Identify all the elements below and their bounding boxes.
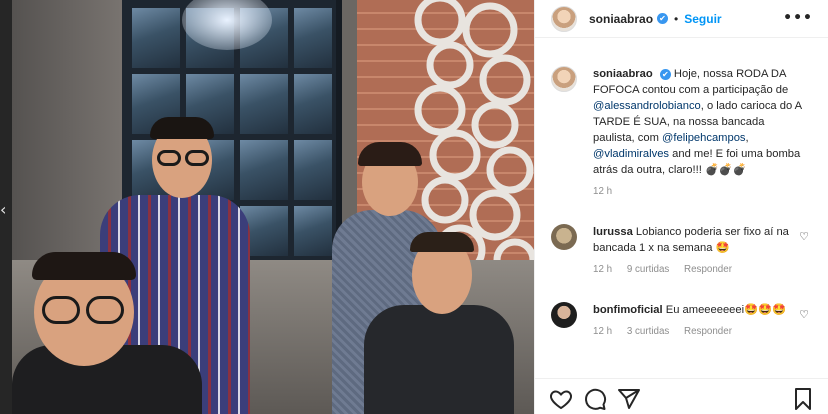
comment-likes[interactable]: 3 curtidas <box>627 326 669 337</box>
caption-text: , <box>745 132 749 144</box>
comment-username[interactable]: bonfimoficial <box>593 304 663 316</box>
verified-badge-icon: ✔ <box>657 13 669 24</box>
follow-button[interactable]: Seguir <box>684 12 721 26</box>
avatar[interactable] <box>551 66 577 92</box>
separator-dot: • <box>674 11 679 26</box>
caption-username[interactable]: soniaabrao <box>593 68 653 80</box>
star-eyes-emoji: 🤩🤩🤩 <box>744 303 786 316</box>
reply-button[interactable]: Responder <box>684 264 732 275</box>
comment-likes[interactable]: 9 curtidas <box>627 264 669 275</box>
heart-icon[interactable] <box>549 387 573 411</box>
comment-text: Eu ameeeeeeei <box>665 304 745 316</box>
mention-link[interactable]: @vladimiralves <box>593 148 669 160</box>
bookmark-icon[interactable] <box>791 387 815 411</box>
share-icon[interactable] <box>617 387 641 411</box>
like-comment-heart-icon[interactable]: ♡ <box>799 308 809 321</box>
caption-time[interactable]: 12 h <box>593 186 612 197</box>
avatar[interactable] <box>551 224 577 250</box>
verified-badge-icon: ✔ <box>659 68 671 80</box>
comment-time[interactable]: 12 h <box>593 264 612 275</box>
avatar[interactable] <box>551 5 577 32</box>
post-side-panel: soniaabrao ✔ • Seguir ••• soniaabrao ✔ H… <box>534 0 828 414</box>
prev-arrow-icon[interactable]: ‹ <box>0 200 10 220</box>
post-header: soniaabrao ✔ • Seguir ••• <box>535 0 828 38</box>
comment-username[interactable]: lurussa <box>593 226 633 238</box>
reply-button[interactable]: Responder <box>684 326 732 337</box>
comment-time[interactable]: 12 h <box>593 326 612 337</box>
more-options-icon[interactable]: ••• <box>783 10 813 26</box>
mention-link[interactable]: @felipehcampos <box>662 132 746 144</box>
comment-icon[interactable] <box>583 387 607 411</box>
mention-link[interactable]: @alessandrolobianco <box>593 100 701 112</box>
bomb-emoji: 💣💣💣 <box>704 163 747 176</box>
avatar[interactable] <box>551 302 577 328</box>
comments-section[interactable]: soniaabrao ✔ Hoje, nossa RODA DA FOFOCA … <box>535 38 828 368</box>
post-photo <box>12 0 534 414</box>
like-comment-heart-icon[interactable]: ♡ <box>799 230 809 243</box>
post-author-username[interactable]: soniaabrao <box>589 12 653 26</box>
post-actions-bar <box>535 378 828 414</box>
star-eyes-emoji: 🤩 <box>715 241 730 254</box>
